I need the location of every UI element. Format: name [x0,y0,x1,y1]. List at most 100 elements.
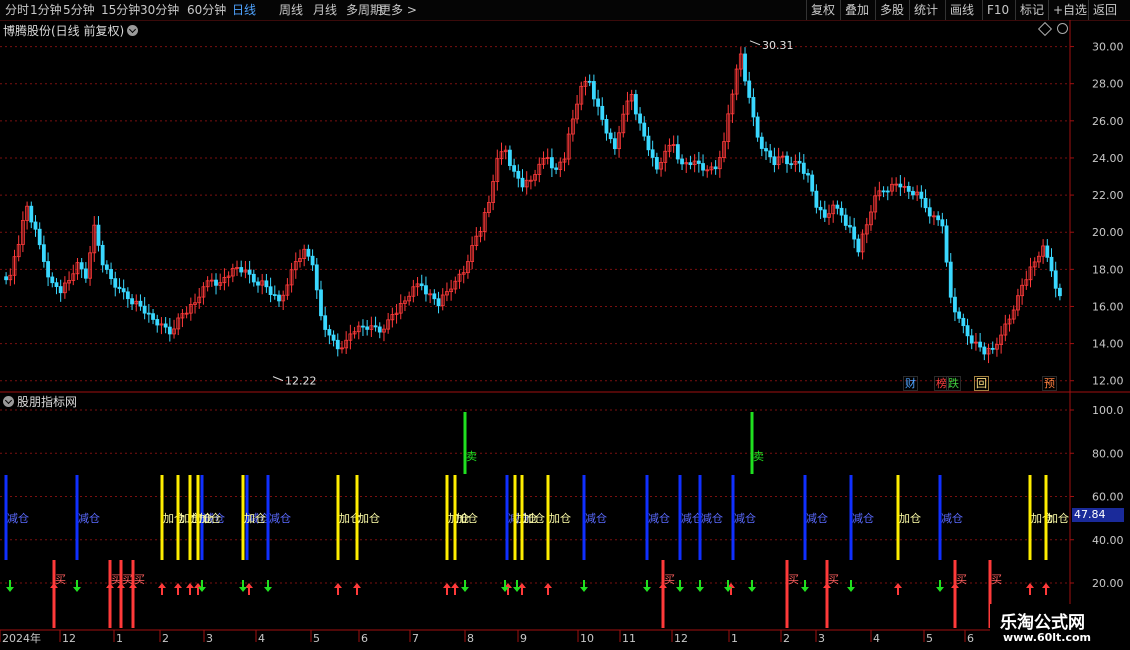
candle-body [104,264,109,270]
up-arrow-icon [158,583,166,595]
up-arrow-icon [544,583,552,595]
indicator-tick-label: 80.00 [1092,447,1124,460]
date-label: 12 [62,632,76,645]
period-3[interactable]: 15分钟 [101,2,140,18]
toolbar-button-6[interactable]: 标记 [1020,2,1044,18]
candle-body [919,191,924,199]
candle-body [163,323,168,328]
candle-body [743,53,747,82]
up-arrow-icon [443,583,451,595]
candle-body [764,148,768,152]
buy-label: 买 [122,573,133,586]
candle-body [612,138,617,150]
reduce-label: 减仓 [648,511,670,525]
period-toolbar: 分时 1分钟 5分钟 15分钟 30分钟 60分钟 日线 周线 月线 多周期 更多 > 复权 叠加 多股统… [0,0,1130,21]
candle-body [600,105,605,120]
buy-label: 买 [55,573,66,586]
indicator-tick-label: 40.00 [1092,534,1124,547]
chevron-down-icon[interactable] [127,25,139,36]
chart-area: 30.31 12.22 30.00 28.00 26.00 24.00 22.00 20.0… [0,20,1130,650]
period-2[interactable]: 5分钟 [63,2,95,18]
period-0[interactable]: 分时 [5,2,29,18]
period-8[interactable]: 月线 [313,2,337,18]
indicator-tick-label: 60.00 [1092,491,1124,504]
circle-icon[interactable] [1057,23,1068,34]
toolbar-button-3[interactable]: 统计 [914,2,938,18]
candle-body [373,325,378,328]
indicator-pane-title[interactable]: 股朋指标网 [3,393,77,410]
toolbar-button-0[interactable]: 复权 [811,2,835,18]
up-arrow-icon [894,583,902,595]
add-label: 加仓 [899,511,921,525]
candle-body [155,319,160,326]
candle-body [680,158,684,165]
chevron-down-icon[interactable] [3,396,14,407]
toolbar-button-7[interactable]: +自选 [1053,2,1087,18]
toolbar-button-1[interactable]: 叠加 [845,2,869,18]
up-arrow-icon [334,583,342,595]
down-arrow-icon [643,580,651,592]
candle-body [50,276,55,284]
toolbar-button-5[interactable]: F10 [987,2,1009,18]
candle-body [696,160,701,164]
price-tick-label: 24.00 [1092,152,1124,165]
period-1[interactable]: 1分钟 [30,2,62,18]
toolbar-separator [909,0,910,20]
price-tick-label: 16.00 [1092,300,1124,313]
candle-body [264,280,269,288]
candle-body [806,173,810,176]
date-label: 1 [116,632,123,645]
main-pane-title[interactable]: 博腾股份(日线 前复权) [3,22,139,39]
candle-body [646,135,651,151]
down-arrow-icon [580,580,588,592]
add-label: 加仓 [358,511,380,525]
badge-2[interactable]: 跌 [946,376,961,391]
badge-4[interactable]: 预 [1042,376,1057,391]
buy-label: 买 [828,573,839,586]
price-tick-label: 12.00 [1092,375,1124,388]
candle-body [642,122,647,137]
toolbar-separator [1048,0,1049,20]
candle-body [327,329,332,336]
date-label: 6 [361,632,368,645]
sell-bar [463,412,467,474]
candle-body [512,165,517,172]
buy-label: 买 [991,573,1002,586]
candle-body [4,276,8,281]
toolbar-button-8[interactable]: 返回 [1093,2,1117,18]
candle-body [79,262,84,270]
candle-body [638,113,642,124]
candle-body [755,116,760,138]
period-6[interactable]: 日线 [232,2,256,18]
period-10[interactable]: 更多 > [379,2,417,18]
candle-body [319,289,323,317]
buy-label: 买 [134,573,145,586]
toolbar-button-2[interactable]: 多股 [880,2,904,18]
sell-label: 卖 [466,450,477,463]
candle-body [747,80,752,98]
add-label: 加仓 [549,511,571,525]
candle-body [978,341,983,348]
period-7[interactable]: 周线 [279,2,303,18]
buy-label: 买 [788,573,799,586]
candle-body [835,204,840,209]
toolbar-separator [1015,0,1016,20]
candle-body [604,119,609,134]
candle-body [100,244,105,266]
candle-body [885,190,890,193]
candle-body [310,255,315,266]
candle-body [953,296,957,313]
period-4[interactable]: 30分钟 [140,2,179,18]
candle-body [940,219,945,227]
candle-body [272,294,277,296]
badge-3[interactable]: 回 [974,376,989,391]
date-label: 2 [783,632,790,645]
candle-body [125,291,130,300]
toolbar-button-4[interactable]: 画线 [950,2,974,18]
period-9[interactable]: 多周期 [346,2,382,18]
candle-body [130,298,134,305]
candle-body [906,185,911,192]
badge-0[interactable]: 财 [903,376,918,391]
period-5[interactable]: 60分钟 [187,2,226,18]
candle-body [911,190,915,196]
